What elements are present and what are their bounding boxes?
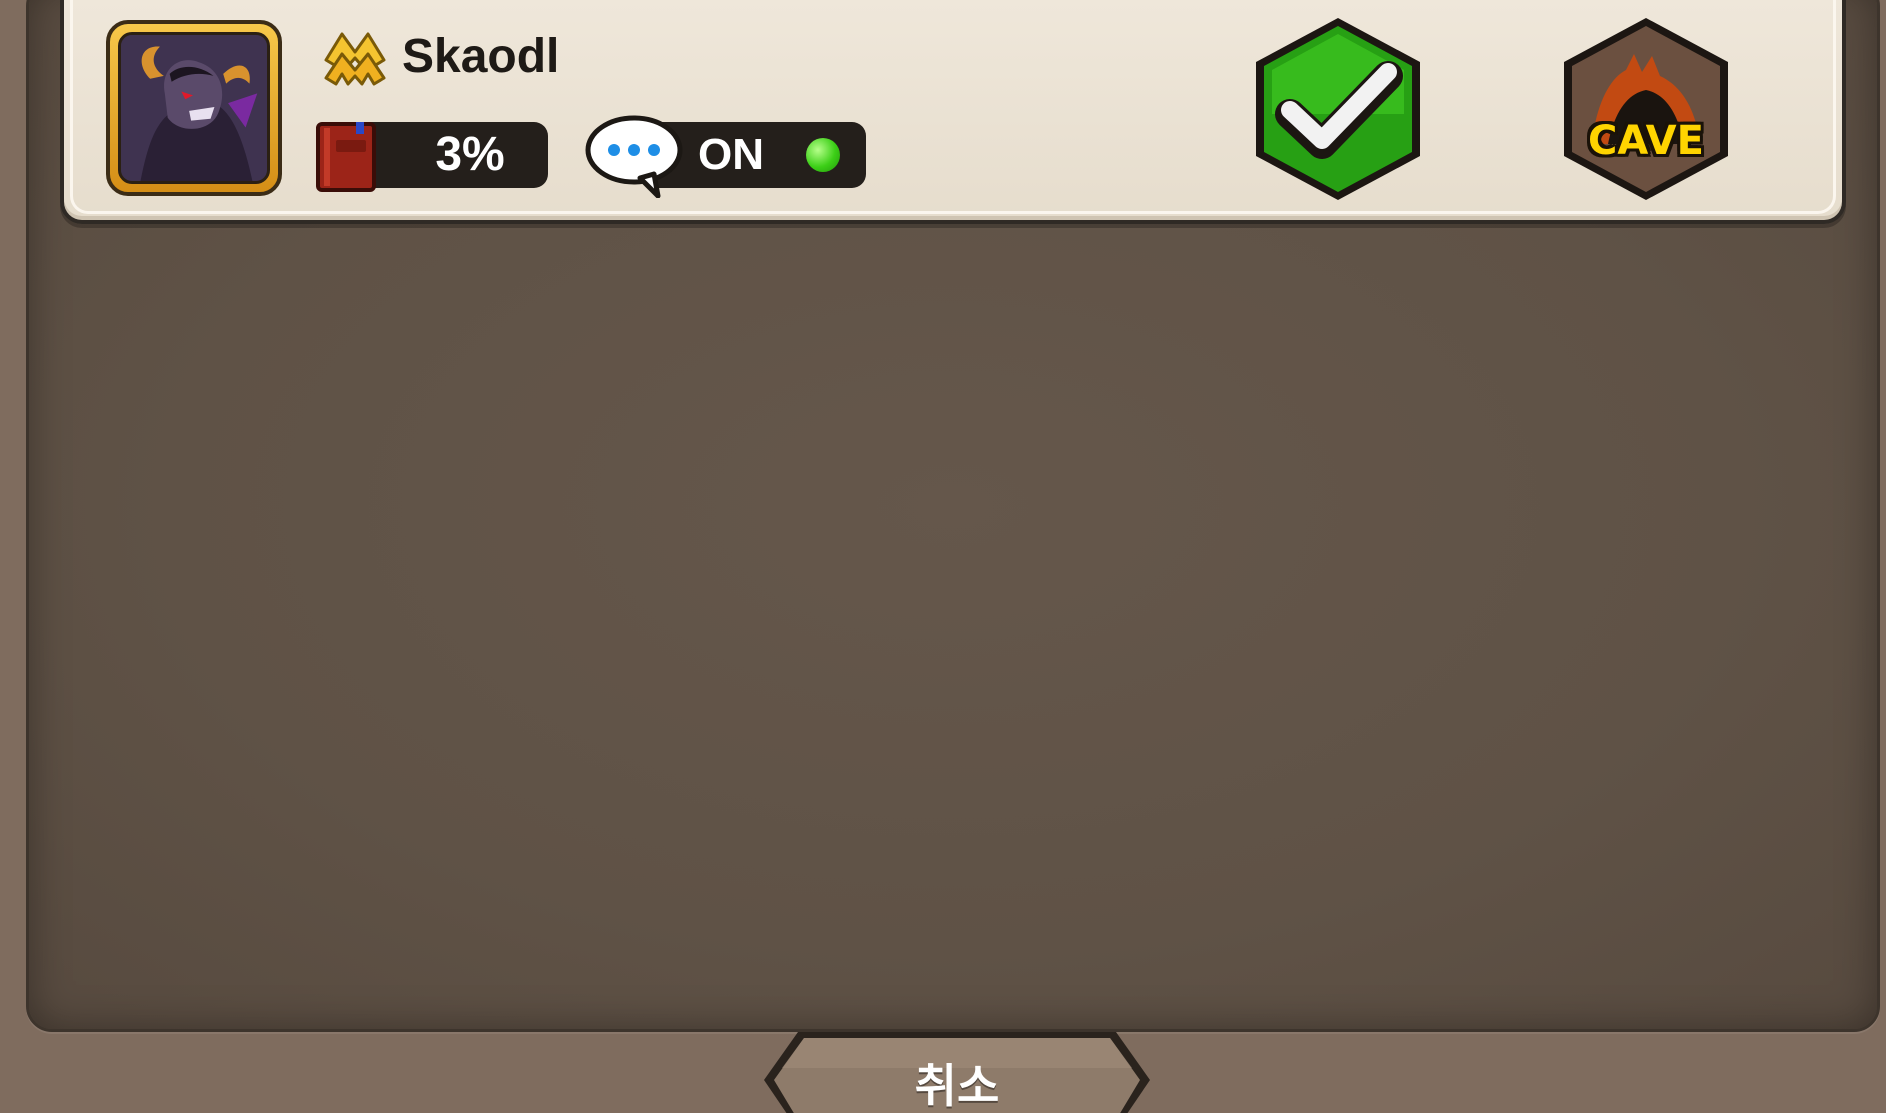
cave-button[interactable] [1556, 14, 1736, 204]
progress-percent: 3% [435, 128, 505, 181]
online-status-dot [806, 138, 840, 172]
confirm-button[interactable] [1248, 14, 1428, 204]
dragon-portrait-icon [118, 32, 270, 184]
cancel-label: 취소 [914, 1059, 1000, 1113]
double-chevron-rank-icon [324, 32, 386, 86]
chat-bubble-icon [585, 115, 683, 198]
chat-status-label: ON [698, 130, 764, 179]
player-avatar[interactable] [106, 20, 282, 196]
cave-label: CAVE [1588, 118, 1704, 164]
book-icon [316, 122, 376, 192]
player-name: Skaodl [402, 30, 560, 83]
